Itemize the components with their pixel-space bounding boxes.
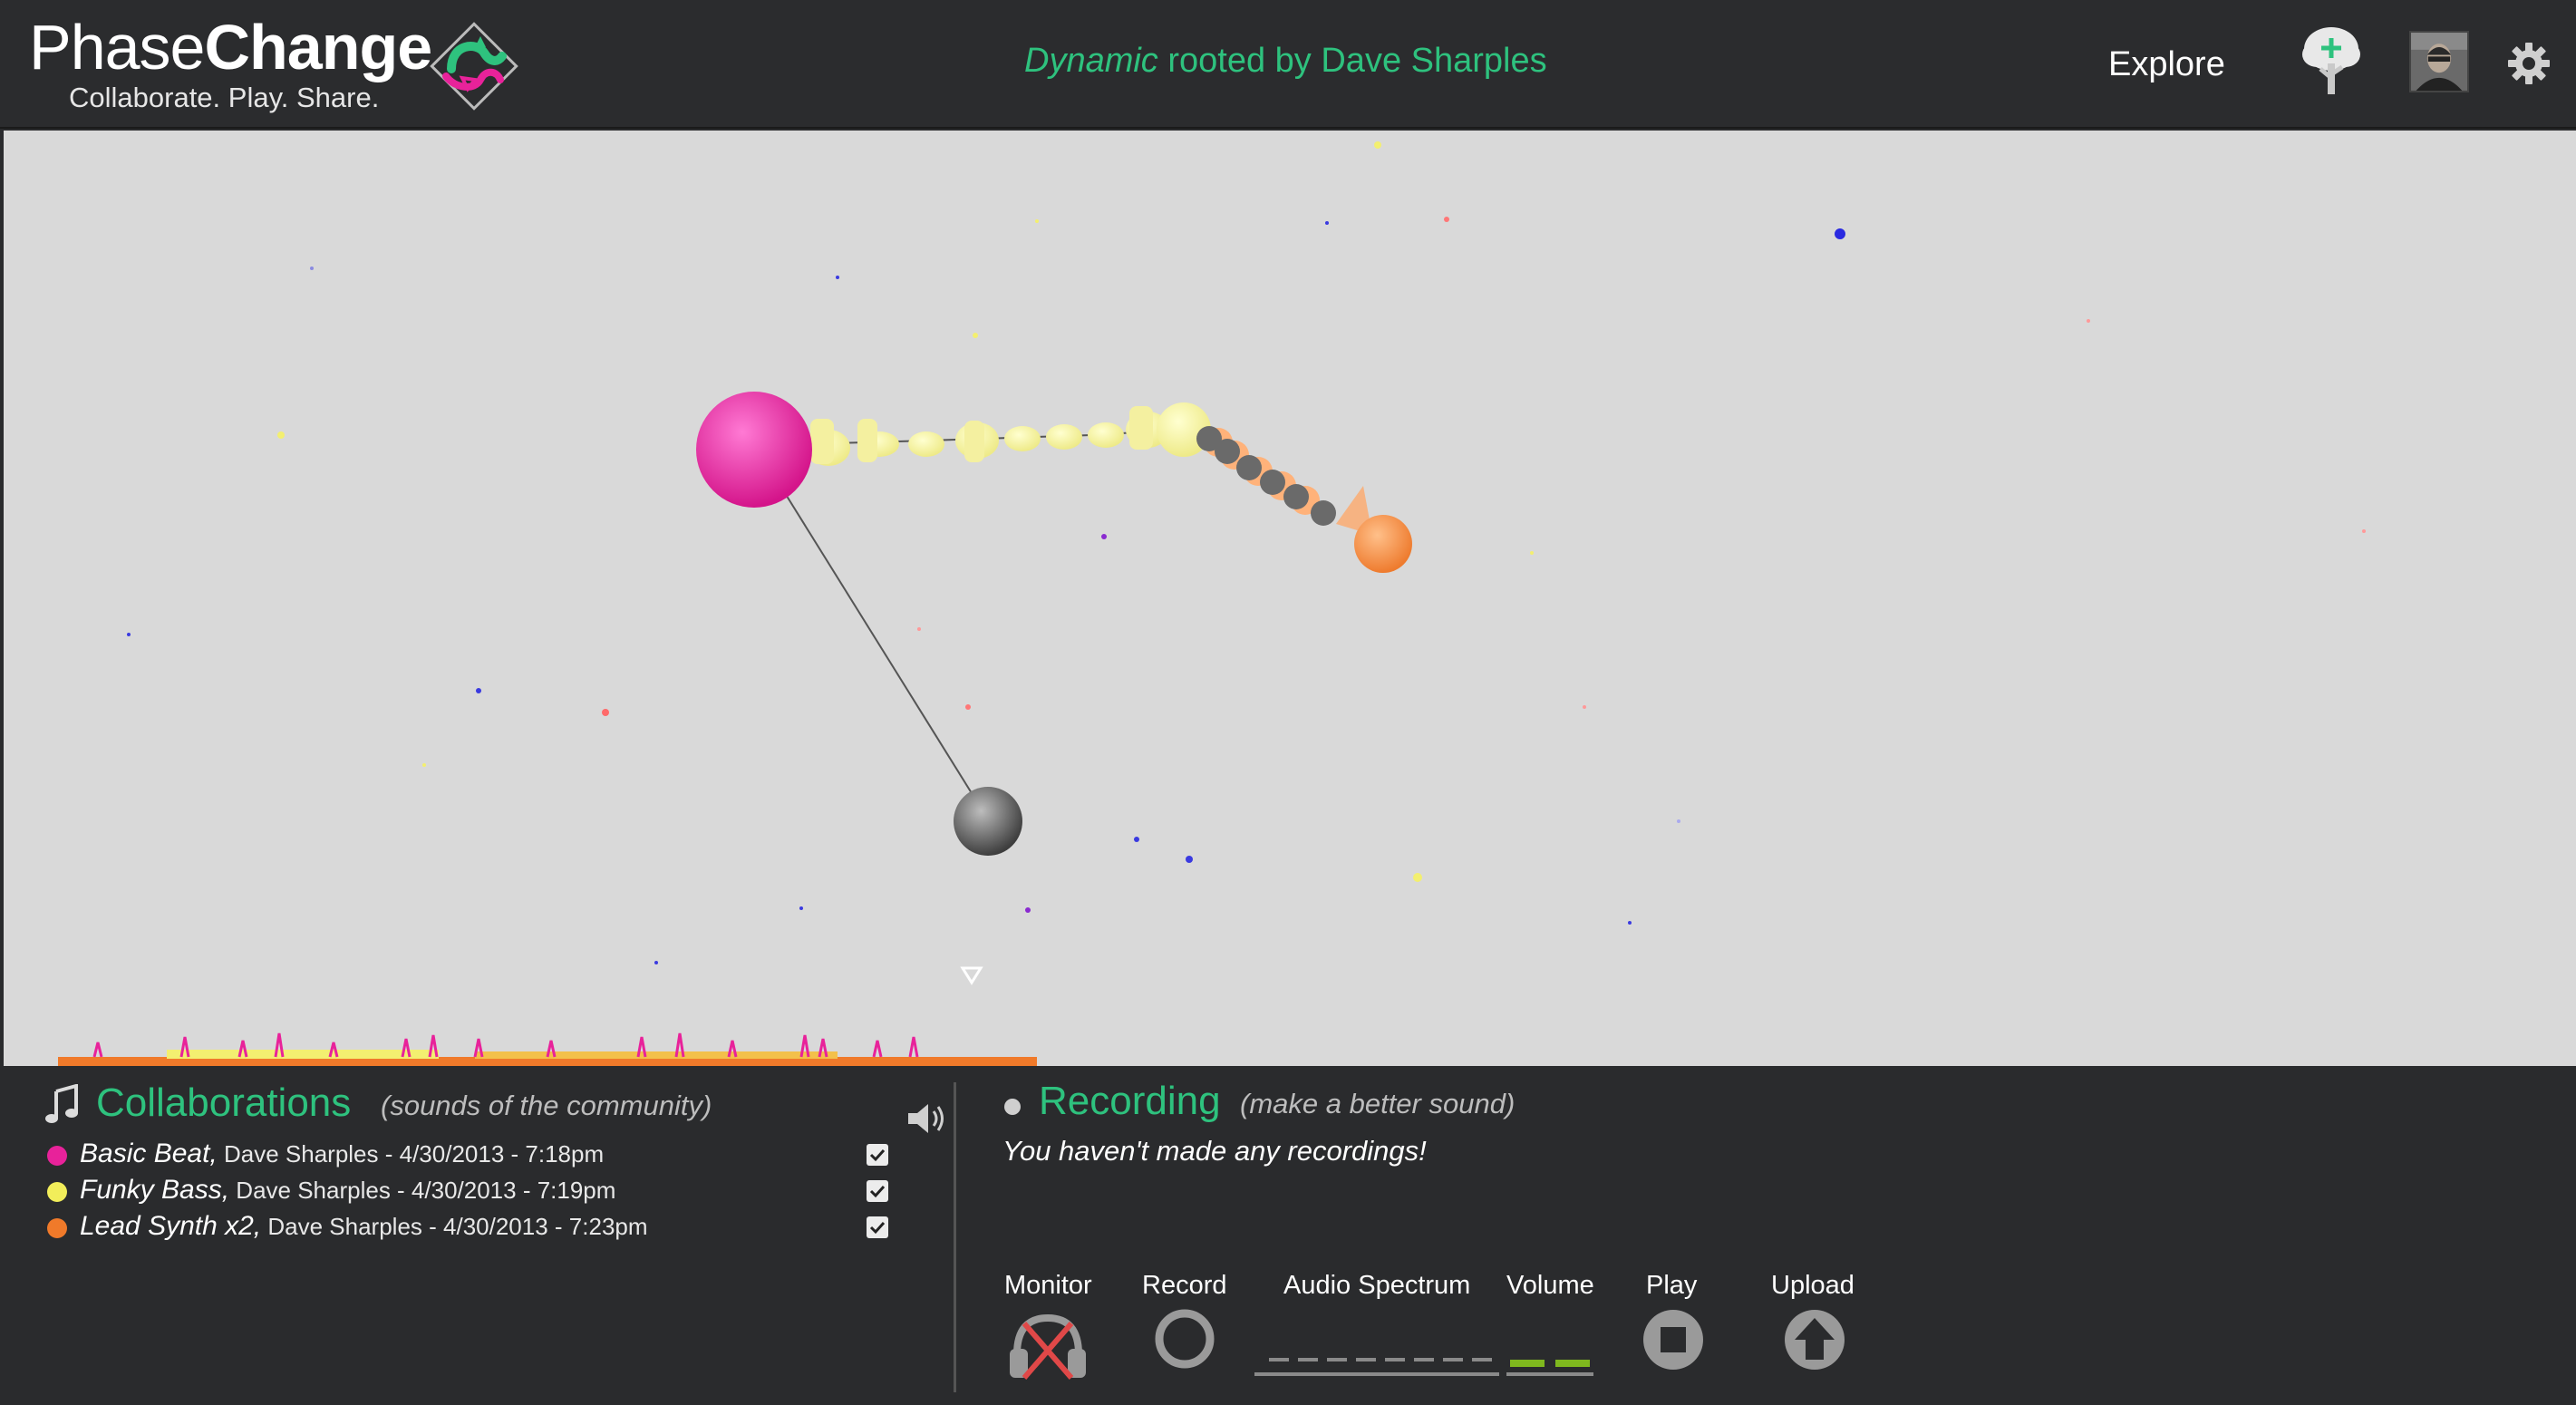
spectrum-bar	[1414, 1358, 1434, 1361]
funky-bass-branch	[800, 402, 1211, 466]
gear-icon[interactable]	[2507, 42, 2551, 85]
logo-bold-text: Change	[204, 12, 432, 82]
audio-waveform	[58, 1032, 1037, 1066]
logo-tagline: Collaborate. Play. Share.	[69, 82, 380, 113]
branch-line	[784, 492, 989, 820]
collaboration-item[interactable]: Lead Synth x2, Dave Sharples - 4/30/2013…	[47, 1209, 899, 1245]
recording-status-dot	[1004, 1099, 1021, 1115]
top-bar: PhaseChange Collaborate. Play. Share. Dy…	[0, 0, 2576, 129]
monitor-label: Monitor	[1004, 1271, 1092, 1300]
track-meta: Dave Sharples - 4/30/2013 - 7:18pm	[217, 1140, 605, 1168]
volume-label: Volume	[1506, 1271, 1594, 1300]
volume-meter	[1506, 1372, 1593, 1376]
lead-synth-branch	[1196, 426, 1412, 573]
track-label: Basic Beat, Dave Sharples - 4/30/2013 - …	[80, 1139, 604, 1169]
spectrum-bar	[1269, 1358, 1289, 1361]
play-stop-button[interactable]	[1641, 1307, 1706, 1372]
track-enabled-checkbox[interactable]	[867, 1144, 888, 1166]
audio-spectrum-label: Audio Spectrum	[1283, 1271, 1471, 1300]
bottom-panel: Collaborations (sounds of the community)…	[0, 1066, 2576, 1405]
record-label: Record	[1142, 1271, 1227, 1300]
upload-label: Upload	[1771, 1271, 1855, 1300]
spectrum-bar	[1443, 1358, 1463, 1361]
upload-button[interactable]	[1782, 1307, 1847, 1372]
spectrum-bar	[1385, 1358, 1405, 1361]
position-marker-icon	[960, 966, 983, 985]
tree-name: Dynamic	[1024, 42, 1158, 80]
track-meta: Dave Sharples - 4/30/2013 - 7:23pm	[261, 1213, 648, 1240]
recording-subtitle: (make a better sound)	[1240, 1088, 1516, 1119]
track-name: Lead Synth x2,	[80, 1211, 262, 1241]
logo-light-text: Phase	[29, 12, 205, 82]
recording-title: Recording	[1039, 1079, 1221, 1123]
track-enabled-checkbox[interactable]	[867, 1216, 888, 1238]
logo-mark-icon[interactable]	[424, 16, 524, 116]
basic-beat-node[interactable]	[696, 392, 812, 508]
app-logo-text[interactable]: PhaseChange	[29, 11, 432, 83]
track-name: Funky Bass,	[80, 1175, 230, 1205]
no-recordings-message: You haven't made any recordings!	[1002, 1135, 1427, 1167]
user-avatar[interactable]	[2409, 31, 2469, 92]
play-label: Play	[1646, 1271, 1698, 1300]
add-tree-icon[interactable]	[2299, 24, 2364, 98]
track-color-dot	[47, 1146, 67, 1166]
explore-link[interactable]: Explore	[2108, 45, 2225, 84]
audio-spectrum-meter	[1254, 1372, 1499, 1376]
phasechange-app: PhaseChange Collaborate. Play. Share. Dy…	[0, 0, 2576, 1405]
panel-divider	[954, 1082, 956, 1392]
track-color-dot	[47, 1218, 67, 1238]
collaboration-item[interactable]: Basic Beat, Dave Sharples - 4/30/2013 - …	[47, 1137, 899, 1173]
scene-graphics	[58, 141, 2366, 1066]
track-enabled-checkbox[interactable]	[867, 1180, 888, 1202]
tree-visualization-canvas[interactable]	[4, 131, 2576, 1066]
particles	[127, 141, 2366, 964]
collaborations-subtitle: (sounds of the community)	[381, 1090, 712, 1121]
monitor-headphones-icon[interactable]	[1004, 1309, 1091, 1381]
root-node[interactable]	[954, 787, 1022, 856]
collaborations-title: Collaborations	[96, 1080, 352, 1125]
speaker-icon[interactable]	[906, 1100, 948, 1137]
music-note-icon	[45, 1084, 78, 1123]
track-color-dot	[47, 1182, 67, 1202]
track-label: Funky Bass, Dave Sharples - 4/30/2013 - …	[80, 1175, 615, 1206]
spectrum-bar	[1356, 1358, 1376, 1361]
track-label: Lead Synth x2, Dave Sharples - 4/30/2013…	[80, 1211, 648, 1242]
collaboration-item[interactable]: Funky Bass, Dave Sharples - 4/30/2013 - …	[47, 1173, 899, 1209]
tree-title: Dynamic rooted by Dave Sharples	[1024, 42, 1547, 81]
tree-rooted-by: rooted by Dave Sharples	[1157, 42, 1547, 80]
volume-level-bar	[1555, 1360, 1590, 1367]
spectrum-bar	[1472, 1358, 1492, 1361]
volume-level-bar	[1510, 1360, 1545, 1367]
track-meta: Dave Sharples - 4/30/2013 - 7:19pm	[229, 1177, 616, 1204]
record-button[interactable]	[1153, 1307, 1216, 1371]
track-name: Basic Beat,	[80, 1139, 218, 1168]
spectrum-bar	[1327, 1358, 1347, 1361]
spectrum-bar	[1298, 1358, 1318, 1361]
